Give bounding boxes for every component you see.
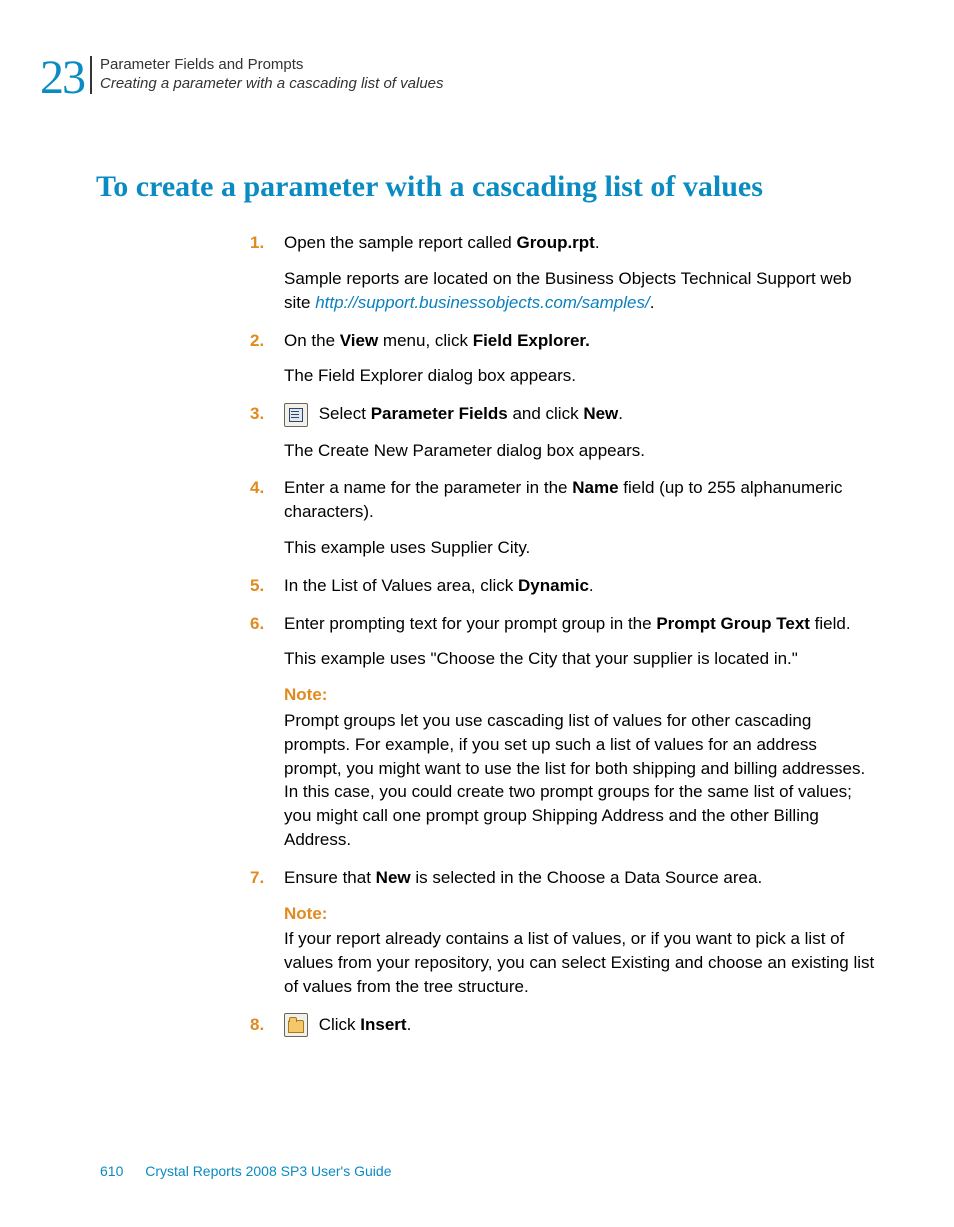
- step-8: 8. Click Insert.: [250, 1013, 878, 1038]
- step-3: 3. Select Parameter Fields and click New…: [250, 402, 878, 462]
- page-header: 23 Parameter Fields and Prompts Creating…: [40, 56, 878, 99]
- procedure-steps: 1. Open the sample report called Group.r…: [250, 231, 878, 1037]
- step-instruction: On the View menu, click Field Explorer.: [284, 329, 878, 353]
- step-instruction: In the List of Values area, click Dynami…: [284, 574, 878, 598]
- note-label: Note:: [284, 902, 878, 926]
- chapter-number: 23: [40, 56, 84, 99]
- step-number: 8.: [250, 1013, 264, 1037]
- support-link[interactable]: http://support.businessobjects.com/sampl…: [315, 293, 650, 312]
- step-detail: Sample reports are located on the Busine…: [284, 267, 878, 315]
- step-result: This example uses Supplier City.: [284, 536, 878, 560]
- step-number: 3.: [250, 402, 264, 426]
- step-example: This example uses "Choose the City that …: [284, 647, 878, 671]
- document-title: Crystal Reports 2008 SP3 User's Guide: [145, 1163, 391, 1179]
- step-instruction: Select Parameter Fields and click New.: [284, 402, 878, 427]
- header-text-block: Parameter Fields and Prompts Creating a …: [90, 56, 444, 94]
- header-section-path: Creating a parameter with a cascading li…: [100, 75, 444, 94]
- step-5: 5. In the List of Values area, click Dyn…: [250, 574, 878, 598]
- section-title: To create a parameter with a cascading l…: [96, 169, 878, 205]
- note-body: If your report already contains a list o…: [284, 927, 878, 998]
- step-number: 1.: [250, 231, 264, 255]
- step-7: 7. Ensure that New is selected in the Ch…: [250, 866, 878, 999]
- step-result: The Create New Parameter dialog box appe…: [284, 439, 878, 463]
- step-instruction: Enter a name for the parameter in the Na…: [284, 476, 878, 524]
- step-1: 1. Open the sample report called Group.r…: [250, 231, 878, 314]
- step-number: 4.: [250, 476, 264, 500]
- note-label: Note:: [284, 683, 878, 707]
- step-instruction: Click Insert.: [284, 1013, 878, 1038]
- step-result: The Field Explorer dialog box appears.: [284, 364, 878, 388]
- step-2: 2. On the View menu, click Field Explore…: [250, 329, 878, 389]
- step-number: 6.: [250, 612, 264, 636]
- page-number: 610: [100, 1163, 123, 1179]
- step-number: 2.: [250, 329, 264, 353]
- insert-icon: [284, 1013, 308, 1037]
- header-chapter-title: Parameter Fields and Prompts: [100, 56, 444, 75]
- step-4: 4. Enter a name for the parameter in the…: [250, 476, 878, 559]
- step-instruction: Ensure that New is selected in the Choos…: [284, 866, 878, 890]
- step-instruction: Open the sample report called Group.rpt.: [284, 231, 878, 255]
- step-number: 5.: [250, 574, 264, 598]
- step-instruction: Enter prompting text for your prompt gro…: [284, 612, 878, 636]
- parameter-fields-icon: [284, 403, 308, 427]
- step-number: 7.: [250, 866, 264, 890]
- page-footer: 610 Crystal Reports 2008 SP3 User's Guid…: [100, 1163, 391, 1179]
- note-body: Prompt groups let you use cascading list…: [284, 709, 878, 852]
- step-6: 6. Enter prompting text for your prompt …: [250, 612, 878, 852]
